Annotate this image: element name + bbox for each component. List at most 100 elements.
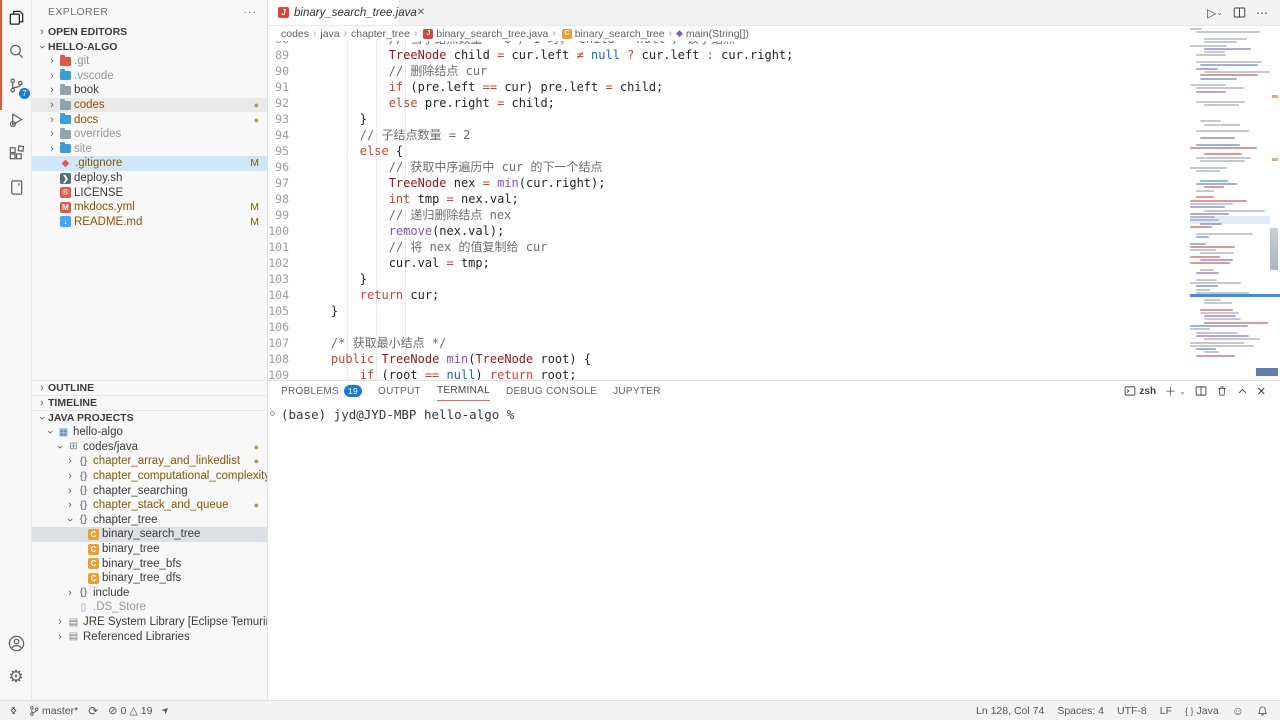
split-terminal-icon[interactable]	[1195, 385, 1207, 397]
tree-item-binary-tree-bfs[interactable]: Cbinary_tree_bfs	[32, 556, 267, 571]
tree-item-license[interactable]: ©LICENSE	[32, 185, 267, 200]
tree-item--vscode[interactable]: ›.vscode	[32, 69, 267, 84]
tree-item-jre-system-library-eclipse-temurin-17-17-[interactable]: ›▤JRE System Library [Eclipse Temurin 17…	[32, 615, 267, 630]
code-line-101[interactable]: 101 // 将 nex 的值复制给 cur	[268, 239, 1190, 255]
tree-item-chapter-stack-and-queue[interactable]: ›{}chapter_stack_and_queue●	[32, 498, 267, 513]
tree-item-site[interactable]: ›site	[32, 142, 267, 157]
code-line-109[interactable]: 109 if (root == null) return root;	[268, 367, 1190, 380]
panel-tab-jupyter[interactable]: JUPYTER	[613, 381, 661, 401]
more-actions-icon[interactable]: ⋯	[1256, 6, 1268, 20]
source-control-icon[interactable]: 7	[0, 68, 32, 102]
panel-tab-debug-console[interactable]: DEBUG CONSOLE	[506, 381, 597, 401]
tree-item-readme-md[interactable]: ↓README.mdM	[32, 215, 267, 230]
terminal-command-decoration[interactable]	[270, 411, 275, 416]
tree-item-binary-tree[interactable]: Cbinary_tree	[32, 542, 267, 557]
tree-item-referenced-libraries[interactable]: ›▤Referenced Libraries	[32, 629, 267, 644]
tree-item-chapter-searching[interactable]: ›{}chapter_searching	[32, 483, 267, 498]
code-line-94[interactable]: 94 // 子结点数量 = 2	[268, 127, 1190, 143]
code-line-96[interactable]: 96 // 获取中序遍历中 cur 的下一个结点	[268, 159, 1190, 175]
tree-item-codes[interactable]: ›codes●	[32, 98, 267, 113]
outline-header[interactable]: › OUTLINE	[32, 380, 267, 395]
code-line-98[interactable]: 98 int tmp = nex.val;	[268, 191, 1190, 207]
extensions-icon[interactable]	[0, 136, 32, 170]
tree-item--gitignore[interactable]: ◆.gitignoreM	[32, 156, 267, 171]
code-line-90[interactable]: 90 // 删除结点 cur	[268, 63, 1190, 79]
tree-item--ds-store[interactable]: ▯.DS_Store	[32, 600, 267, 615]
workspace-root-header[interactable]: › HELLO-ALGO	[32, 39, 267, 54]
maximize-panel-icon[interactable]	[1237, 386, 1248, 397]
shell-selector[interactable]: zsh	[1124, 385, 1156, 397]
code-line-108[interactable]: 108 public TreeNode min(TreeNode root) {	[268, 351, 1190, 367]
panel-tab-problems[interactable]: PROBLEMS19	[281, 381, 362, 401]
breadcrumb-item[interactable]: codes	[281, 28, 309, 40]
code-line-104[interactable]: 104 return cur;	[268, 287, 1190, 303]
tab-binary-search-tree[interactable]: J binary_search_tree.java ✕	[268, 0, 400, 25]
split-editor-icon[interactable]	[1233, 6, 1246, 19]
notifications-bell-icon[interactable]	[1257, 705, 1268, 717]
indentation-setting[interactable]: Spaces: 4	[1057, 705, 1104, 717]
kill-terminal-icon[interactable]	[1216, 385, 1228, 397]
code-line-107[interactable]: 107 /* 获取最小结点 */	[268, 335, 1190, 351]
code-line-106[interactable]: 106	[268, 319, 1190, 335]
code-line-103[interactable]: 103 }	[268, 271, 1190, 287]
problems-summary[interactable]: ⊘ 0 △ 19	[108, 704, 152, 717]
breadcrumb-item[interactable]: chapter_tree	[351, 28, 410, 40]
code-line-100[interactable]: 100 remove(nex.val);	[268, 223, 1190, 239]
tree-item-book[interactable]: ›book	[32, 83, 267, 98]
code-line-91[interactable]: 91 if (pre.left == cur) pre.left = child…	[268, 79, 1190, 95]
git-branch-item[interactable]: master*	[29, 705, 78, 717]
breadcrumb-item[interactable]: ◆main(String[])	[676, 28, 749, 40]
tree-item-chapter-tree[interactable]: ›{}chapter_tree	[32, 513, 267, 528]
code-line-92[interactable]: 92 else pre.right = child;	[268, 95, 1190, 111]
panel-tab-terminal[interactable]: TERMINAL	[437, 381, 490, 401]
code-line-93[interactable]: 93 }	[268, 111, 1190, 127]
tree-item-hello-algo[interactable]: ›▦hello-algo	[32, 425, 267, 440]
breadcrumb-item[interactable]: Cbinary_search_tree	[560, 28, 665, 40]
open-editors-header[interactable]: › OPEN EDITORS	[32, 24, 267, 39]
breadcrumb-item[interactable]: java	[320, 28, 339, 40]
code-area[interactable]: 88 // 当子结点数量 = 0 / 1 时， child = null / 该…	[268, 41, 1190, 380]
code-line-95[interactable]: 95 else {	[268, 143, 1190, 159]
feedback-smiley-icon[interactable]: ☺	[1232, 704, 1244, 718]
code-line-99[interactable]: 99 // 递归删除结点 nex	[268, 207, 1190, 223]
tree-item-chapter-computational-complexity[interactable]: ›{}chapter_computational_complexity●	[32, 469, 267, 484]
account-icon[interactable]	[0, 626, 32, 660]
search-icon[interactable]	[0, 34, 32, 68]
tree-item-codes-java[interactable]: ›⊞codes/java●	[32, 440, 267, 455]
tree-item-chapter-array-and-linkedlist[interactable]: ›{}chapter_array_and_linkedlist●	[32, 454, 267, 469]
terminal-prompt[interactable]: (base) jyd@JYD-MBP hello-algo %	[281, 407, 514, 422]
tree-item-deploy-sh[interactable]: ❯deploy.sh	[32, 171, 267, 186]
tree-item-mkdocs-yml[interactable]: Mmkdocs.ymlM	[32, 200, 267, 215]
remote-indicator[interactable]	[8, 705, 19, 716]
java-projects-header[interactable]: › JAVA PROJECTS	[32, 410, 267, 425]
tree-item-include[interactable]: ›{}include	[32, 586, 267, 601]
new-terminal-icon[interactable]: ＋⌄	[1165, 383, 1186, 399]
timeline-header[interactable]: › TIMELINE	[32, 395, 267, 410]
explorer-icon[interactable]	[0, 0, 32, 34]
tree-item-docs[interactable]: ›docs●	[32, 112, 267, 127]
close-panel-icon[interactable]: ✕	[1257, 385, 1266, 398]
explorer-actions-icon[interactable]: ···	[244, 6, 258, 18]
notebook-icon[interactable]	[0, 170, 32, 204]
breadcrumb-item[interactable]: Jbinary_search_tree.java	[421, 28, 548, 40]
settings-gear-icon[interactable]: ⚙	[0, 660, 32, 694]
eol-setting[interactable]: LF	[1160, 705, 1172, 717]
tree-item--git[interactable]: ›.git	[32, 54, 267, 69]
tree-item-binary-tree-dfs[interactable]: Cbinary_tree_dfs	[32, 571, 267, 586]
run-button[interactable]: ▷⌄	[1207, 6, 1223, 20]
code-line-89[interactable]: 89 TreeNode child = cur.left ≠ null ? cu…	[268, 47, 1190, 63]
cursor-position[interactable]: Ln 128, Col 74	[976, 705, 1044, 717]
code-line-102[interactable]: 102 cur.val = tmp;	[268, 255, 1190, 271]
tree-item-overrides[interactable]: ›overrides	[32, 127, 267, 142]
tab-close-icon[interactable]: ✕	[417, 7, 425, 18]
tree-item-binary-search-tree[interactable]: Cbinary_search_tree	[32, 527, 267, 542]
sync-icon[interactable]: ⟳	[88, 704, 98, 718]
code-line-105[interactable]: 105 }	[268, 303, 1190, 319]
minimap[interactable]	[1190, 28, 1270, 380]
run-debug-icon[interactable]	[0, 102, 32, 136]
language-mode[interactable]: { } Java	[1185, 705, 1219, 717]
launch-icon[interactable]: ➤	[160, 704, 173, 717]
panel-tab-output[interactable]: OUTPUT	[378, 381, 421, 401]
code-line-97[interactable]: 97 TreeNode nex = min(cur.right);	[268, 175, 1190, 191]
encoding-setting[interactable]: UTF-8	[1117, 705, 1147, 717]
